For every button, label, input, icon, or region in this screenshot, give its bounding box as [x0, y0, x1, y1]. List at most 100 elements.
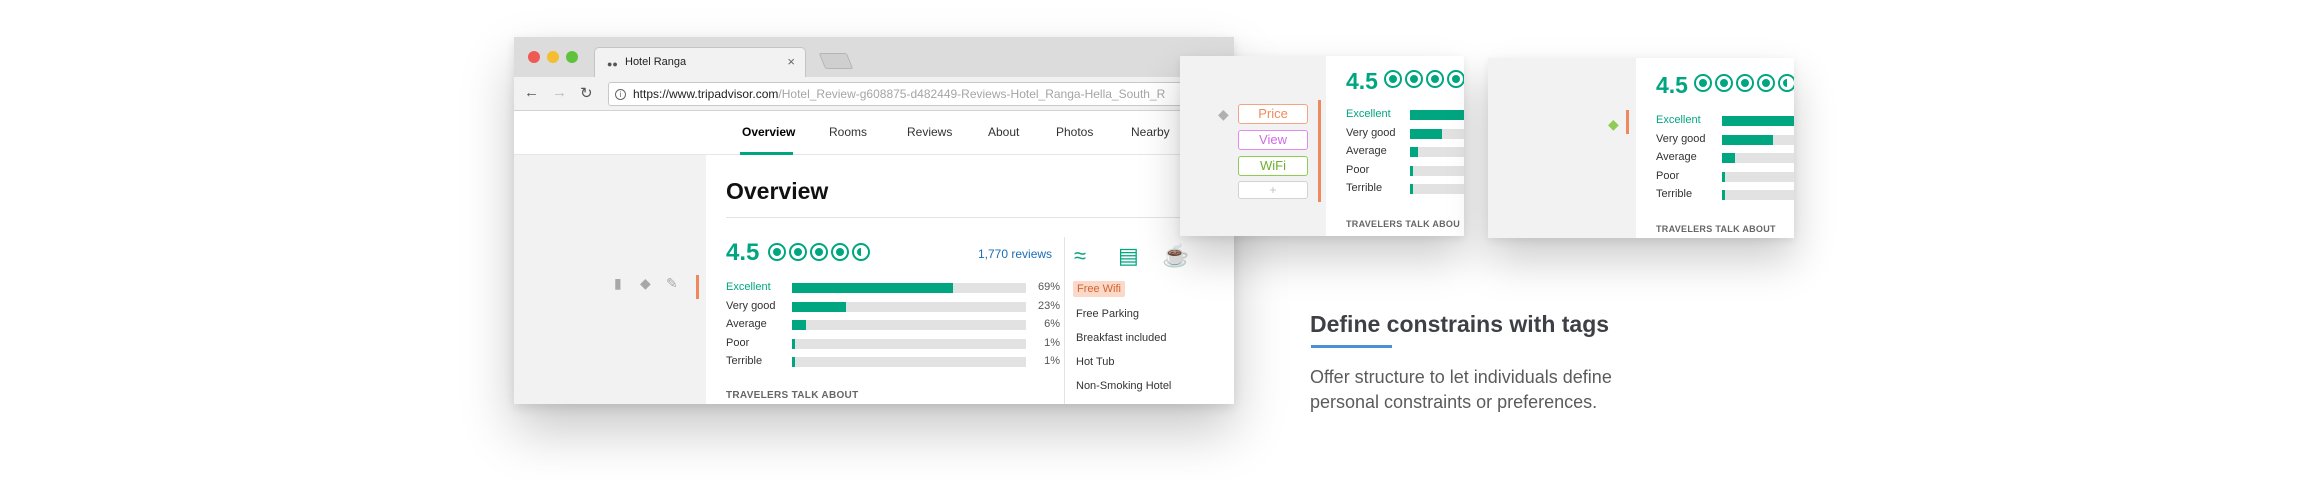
- caption-heading: Define constrains with tags: [1310, 311, 1610, 337]
- zoom-left-rail: [1488, 58, 1636, 238]
- rating-bar-track: [1722, 190, 1794, 200]
- add-tag-button[interactable]: +: [1238, 181, 1308, 199]
- comment-icon[interactable]: ▮: [614, 275, 622, 292]
- tab-nearby[interactable]: Nearby: [1131, 125, 1170, 139]
- tab-overview[interactable]: Overview: [742, 125, 795, 139]
- rating-row: Excellent: [1346, 108, 1464, 122]
- back-arrow-icon[interactable]: ←: [524, 84, 539, 101]
- url-host: https://www.tripadvisor.com: [633, 87, 779, 101]
- maximize-window-button[interactable]: [566, 51, 578, 63]
- tab-photos[interactable]: Photos: [1056, 125, 1093, 139]
- new-tab-button[interactable]: [818, 53, 854, 69]
- rating-bar-track: [1410, 147, 1464, 157]
- browser-tab[interactable]: ●● Hotel Ranga ×: [594, 47, 806, 77]
- rating-row: Poor 1%: [726, 337, 1066, 351]
- browser-toolbar: ← → ↻ i https://www.tripadvisor.com/Hote…: [514, 77, 1234, 111]
- rating-bar-fill: [1722, 116, 1794, 126]
- travelers-talk-about-heading: TRAVELERS TALK ABOUT: [726, 390, 859, 401]
- reload-icon[interactable]: ↻: [580, 84, 593, 102]
- rating-percent: 1%: [1044, 355, 1060, 367]
- bubble-full: [768, 243, 786, 261]
- rating-row: Terrible: [1346, 182, 1464, 196]
- tag-icon: ◆: [1218, 106, 1229, 122]
- bubble-full: [831, 243, 849, 261]
- overall-score: 4.5: [726, 239, 760, 266]
- rating-percent: 6%: [1044, 318, 1060, 330]
- browser-window: ●● Hotel Ranga × ← → ↻ i https://www.tri…: [514, 37, 1234, 404]
- amenity-free-wifi[interactable]: Free Wifi: [1073, 281, 1125, 297]
- pencil-icon[interactable]: ✎: [666, 275, 678, 292]
- zoom-rating-bubbles: [1384, 70, 1464, 88]
- rating-bar-track: [1722, 116, 1794, 126]
- rating-bar-fill: [792, 338, 795, 349]
- bubble-full: [1405, 70, 1423, 88]
- tab-rooms[interactable]: Rooms: [829, 125, 867, 139]
- rating-row: Very good: [1346, 127, 1464, 141]
- rating-row: Poor: [1346, 164, 1464, 178]
- divider: [726, 217, 1221, 218]
- rating-bar-track: [792, 301, 1026, 312]
- rating-row: Poor: [1656, 170, 1794, 184]
- bubble-full: [1757, 74, 1775, 92]
- info-icon[interactable]: i: [615, 89, 626, 100]
- tag-icon[interactable]: ◆: [640, 275, 651, 292]
- forward-arrow-icon[interactable]: →: [552, 84, 567, 101]
- bubble-full: [810, 243, 828, 261]
- rating-bubbles: [768, 243, 873, 261]
- title-bar: ●● Hotel Ranga ×: [514, 37, 1234, 77]
- rating-bar-fill: [1722, 153, 1735, 163]
- tab-reviews[interactable]: Reviews: [907, 125, 952, 139]
- left-rail: ▮ ◆ ✎: [514, 155, 706, 404]
- rating-percent: 69%: [1037, 281, 1060, 293]
- rating-row: Terrible: [1656, 188, 1794, 202]
- zoom-panel-tags: ◆ Price View WiFi + 4.5 Excellent Very go…: [1180, 56, 1464, 236]
- tab-title: Hotel Ranga: [625, 56, 687, 68]
- rating-label: Excellent: [1346, 108, 1391, 120]
- rating-label: Very good: [1346, 126, 1396, 139]
- page-title: Overview: [726, 178, 829, 204]
- caption-body: Offer structure to let individuals defin…: [1310, 367, 1612, 412]
- rating-bar-track: [1410, 184, 1464, 194]
- rating-row: Terrible 1%: [726, 355, 1066, 369]
- minimize-window-button[interactable]: [547, 51, 559, 63]
- amenity-non-smoking[interactable]: Non-Smoking Hotel: [1076, 380, 1171, 392]
- rating-label: Terrible: [1656, 188, 1693, 200]
- close-window-button[interactable]: [528, 51, 540, 63]
- bubble-full: [1694, 74, 1712, 92]
- amenity-hot-tub[interactable]: Hot Tub: [1076, 356, 1115, 368]
- rating-row: Very good: [1656, 133, 1794, 147]
- tab-about[interactable]: About: [988, 125, 1019, 139]
- rating-bar-track: [1410, 165, 1464, 176]
- rating-label: Poor: [1656, 169, 1680, 182]
- amenity-free-parking[interactable]: Free Parking: [1076, 308, 1139, 320]
- bubble-half: [1778, 74, 1794, 92]
- tag-icon-active[interactable]: ◆: [1608, 116, 1619, 133]
- url-text: https://www.tripadvisor.com/Hotel_Review…: [633, 83, 1165, 105]
- bubble-full: [1736, 74, 1754, 92]
- rating-bar-fill: [1722, 134, 1773, 145]
- rating-bar-fill: [1410, 110, 1464, 120]
- bubble-full: [1447, 70, 1464, 88]
- tag-chip-price[interactable]: Price: [1238, 104, 1308, 124]
- active-tab-indicator: [740, 152, 793, 155]
- tag-chip-wifi[interactable]: WiFi: [1238, 156, 1308, 176]
- zoom-travelers-heading: TRAVELERS TALK ABOUT: [1656, 224, 1776, 234]
- address-bar[interactable]: i https://www.tripadvisor.com/Hotel_Revi…: [608, 82, 1234, 106]
- rating-bar-track: [1722, 171, 1794, 182]
- rating-bar-fill: [1722, 171, 1725, 182]
- reviews-count-link[interactable]: 1,770 reviews: [978, 247, 1052, 261]
- amenity-breakfast[interactable]: Breakfast included: [1076, 332, 1167, 344]
- url-path: /Hotel_Review-g608875-d482449-Reviews-Ho…: [778, 87, 1166, 101]
- zoom-panel-collapsed: ◆ 4.5 Excellent Very good Average Poor Terri…: [1488, 58, 1794, 238]
- rating-label: Very good: [1656, 132, 1706, 145]
- bubble-full: [1384, 70, 1402, 88]
- rating-bar-track: [792, 357, 1026, 367]
- close-tab-icon[interactable]: ×: [787, 54, 795, 69]
- tag-chip-view[interactable]: View: [1238, 130, 1308, 150]
- bubble-full: [1715, 74, 1733, 92]
- rating-label: Average: [726, 318, 767, 330]
- tag-accent-bar: [1626, 110, 1629, 134]
- coffee-cup-icon: ☕: [1162, 243, 1190, 268]
- rating-label: Poor: [1346, 163, 1370, 176]
- rating-bar-fill: [1722, 190, 1725, 200]
